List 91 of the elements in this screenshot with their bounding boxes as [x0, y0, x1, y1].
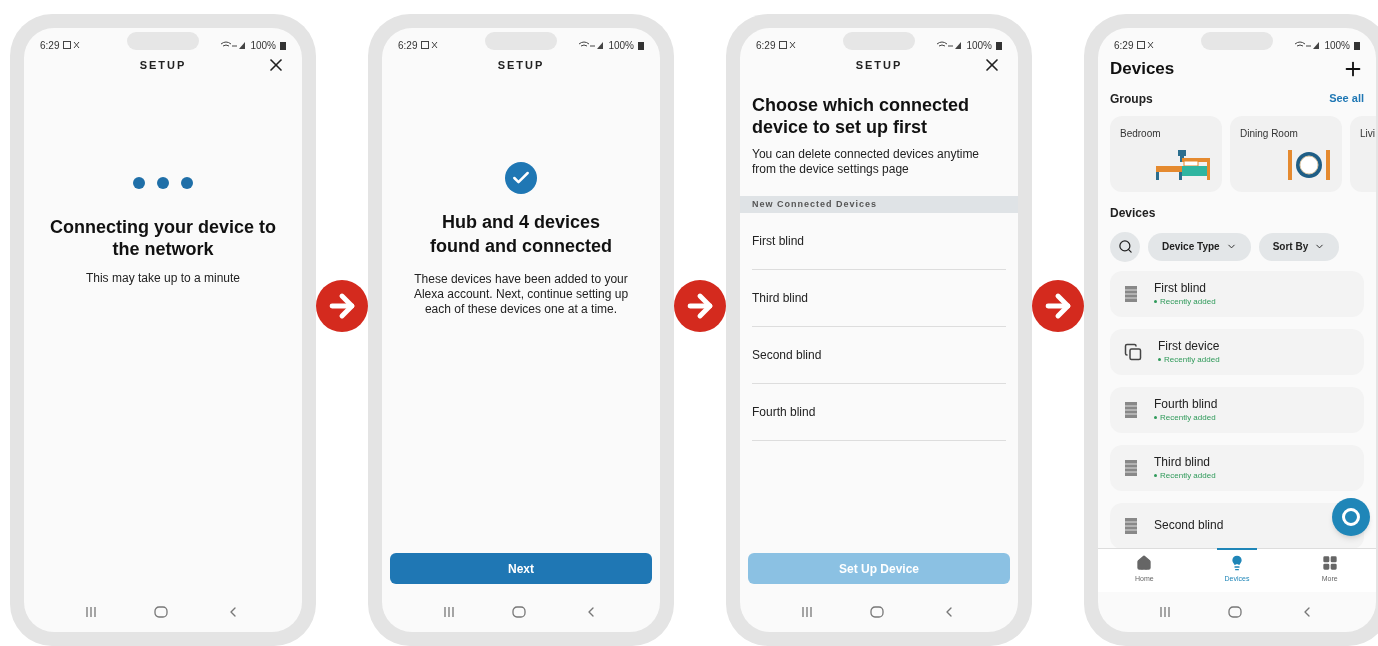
screen-title: Devices — [1110, 58, 1175, 80]
notification-icon — [63, 41, 82, 49]
screen-title: SETUP — [497, 57, 545, 73]
plate-icon — [1286, 147, 1332, 182]
device-status: Recently added — [1160, 411, 1216, 423]
home-icon[interactable] — [870, 606, 884, 618]
device-list-item[interactable]: Fourth blind — [752, 384, 1006, 441]
battery-level: 100% — [966, 38, 992, 53]
status-time: 6:29 — [756, 38, 776, 53]
device-list-item[interactable]: First blind — [752, 213, 1006, 270]
search-icon — [1117, 239, 1133, 254]
device-list-item[interactable]: Third blind — [752, 270, 1006, 327]
device-card[interactable]: Third blind Recently added — [1110, 444, 1364, 491]
filter-dropdown[interactable]: Sort By — [1258, 232, 1340, 261]
screen-title: SETUP — [855, 57, 903, 73]
home-icon[interactable] — [154, 606, 168, 618]
description: You can delete connected devices anytime from the device settings page — [751, 147, 981, 177]
battery-level: 100% — [1324, 38, 1350, 53]
group-name: Bedroom — [1120, 126, 1161, 141]
screen-title: SETUP — [139, 57, 187, 73]
group-name: Livi — [1360, 126, 1375, 141]
group-name: Dining Room — [1240, 126, 1298, 141]
blind-icon — [1124, 284, 1138, 303]
signal-icon — [1294, 40, 1321, 50]
status-dot-icon — [1158, 357, 1161, 361]
see-all-link[interactable]: See all — [1329, 90, 1364, 107]
bed-icon — [1154, 147, 1212, 182]
heading: Hub and 4 devices found and connected — [429, 211, 613, 258]
battery-icon — [638, 40, 644, 50]
check-icon — [505, 162, 537, 194]
signal-icon — [936, 40, 963, 50]
device-name: Second blind — [1154, 518, 1224, 533]
recent-apps-icon[interactable] — [800, 606, 813, 618]
device-status: Recently added — [1160, 295, 1216, 307]
device-card[interactable]: Second blind — [1110, 502, 1364, 548]
signal-icon — [220, 40, 247, 50]
device-status: Recently added — [1160, 469, 1216, 481]
group-card[interactable]: Bedroom — [1110, 115, 1222, 192]
status-dot-icon — [1154, 415, 1157, 419]
status-time: 6:29 — [398, 38, 418, 53]
notification-icon — [421, 41, 440, 49]
battery-level: 100% — [608, 38, 634, 53]
status-time: 6:29 — [40, 38, 60, 53]
lightbulb-icon — [1229, 555, 1245, 571]
battery-icon — [1354, 40, 1360, 50]
recent-apps-icon[interactable] — [1158, 606, 1171, 618]
section-header: New Connected Devices — [740, 196, 1018, 213]
status-dot-icon — [1154, 299, 1157, 303]
battery-icon — [280, 40, 286, 50]
device-name: Fourth blind — [1154, 396, 1218, 412]
recent-apps-icon[interactable] — [84, 606, 97, 618]
primary-button[interactable]: Next — [390, 553, 652, 584]
subtitle: This may take up to a minute — [85, 270, 241, 287]
arrow-right-icon — [316, 280, 368, 332]
recent-apps-icon[interactable] — [442, 606, 455, 618]
home-icon[interactable] — [512, 606, 526, 618]
device-status: Recently added — [1164, 353, 1220, 365]
blind-icon — [1124, 458, 1138, 477]
arrow-right-icon — [674, 280, 726, 332]
status-dot-icon — [1154, 473, 1157, 477]
notification-icon — [1137, 41, 1156, 49]
description: These devices have been added to your Alexa account. Next, continue setting up each of these devices one at a time. — [412, 272, 630, 317]
status-time: 6:29 — [1114, 38, 1134, 53]
notification-icon — [779, 41, 798, 49]
battery-level: 100% — [250, 38, 276, 53]
search-button[interactable] — [1110, 231, 1140, 262]
section-title: Devices — [1109, 204, 1157, 222]
device-list-item[interactable]: Second blind — [752, 327, 1006, 384]
grid-icon — [1321, 555, 1338, 571]
arrow-right-icon — [1032, 280, 1084, 332]
battery-icon — [996, 40, 1002, 50]
heading: Connecting your device to the network — [49, 216, 277, 260]
home-icon[interactable] — [1228, 606, 1242, 618]
blind-icon — [1124, 400, 1138, 419]
device-name: Third blind — [1154, 454, 1212, 470]
device-card[interactable]: Fourth blind Recently added — [1110, 386, 1364, 433]
device-card[interactable]: First blind Recently added — [1110, 270, 1364, 317]
device-icon — [1124, 342, 1142, 361]
loading-dots-icon — [132, 176, 194, 190]
filter-dropdown[interactable]: Device Type — [1148, 232, 1251, 261]
alexa-button[interactable] — [1332, 498, 1370, 536]
group-card[interactable]: Dining Room — [1230, 115, 1342, 192]
device-card[interactable]: First device Recently added — [1110, 328, 1364, 375]
heading: Choose which connected device to set up first — [751, 94, 971, 138]
device-name: First blind — [1154, 280, 1207, 296]
blind-icon — [1124, 516, 1138, 535]
signal-icon — [578, 40, 605, 50]
house-icon — [1136, 555, 1153, 571]
section-title: Groups — [1110, 90, 1153, 108]
group-card[interactable]: Livi — [1350, 115, 1376, 192]
device-name: First device — [1158, 338, 1220, 354]
